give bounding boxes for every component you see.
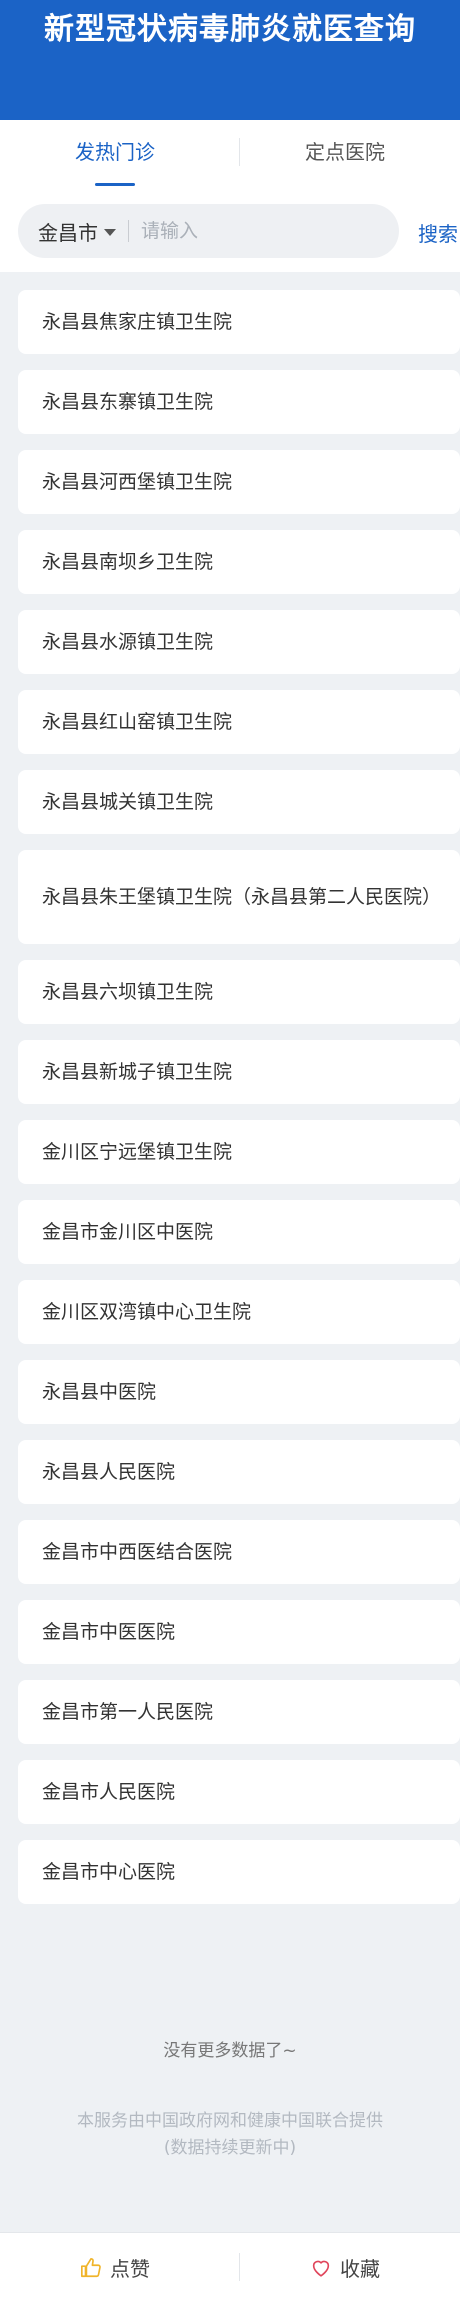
search-box: 金昌市 [18,204,399,258]
tab-bar: 发热门诊 定点医院 [0,120,460,194]
like-label: 点赞 [110,2257,150,2281]
search-input[interactable] [141,220,371,242]
favorite-button[interactable]: 收藏 [230,2233,460,2302]
update-note-text: (数据持续更新中) [163,2138,297,2158]
hospital-list-item[interactable]: 永昌县六坝镇卫生院 [18,960,460,1024]
chevron-down-icon [104,228,116,236]
bottom-action-bar: 点赞 收藏 [0,2232,460,2302]
hospital-list-item[interactable]: 永昌县朱王堡镇卫生院（永昌县第二人民医院） [18,850,460,944]
hospital-list-item[interactable]: 金昌市中心医院 [18,1840,460,1904]
hospital-list-item[interactable]: 永昌县人民医院 [18,1440,460,1504]
search-divider [128,220,129,242]
hospital-list-item[interactable]: 金昌市第一人民医院 [18,1680,460,1744]
city-label: 金昌市 [38,220,98,245]
no-more-text: 没有更多数据了~ [163,2041,297,2061]
search-bar: 金昌市 搜索 [0,194,460,272]
hospital-list-item[interactable]: 金昌市金川区中医院 [18,1200,460,1264]
hospital-list: 永昌县焦家庄镇卫生院 永昌县东寨镇卫生院 永昌县河西堡镇卫生院 永昌县南坝乡卫生院 永昌… [18,290,460,1920]
hospital-list-item[interactable]: 永昌县焦家庄镇卫生院 [18,290,460,354]
service-provider-text: 本服务由中国政府网和健康中国联合提供 [77,2111,383,2131]
hospital-list-item[interactable]: 永昌县中医院 [18,1360,460,1424]
thumbs-up-icon [81,2257,101,2277]
favorite-label: 收藏 [340,2257,380,2281]
hospital-list-item[interactable]: 永昌县河西堡镇卫生院 [18,450,460,514]
search-button[interactable]: 搜索 [418,218,458,247]
tab-designated-hospital[interactable]: 定点医院 [230,120,460,194]
hospital-list-item[interactable]: 永昌县南坝乡卫生院 [18,530,460,594]
hospital-list-item[interactable]: 永昌县红山窑镇卫生院 [18,690,460,754]
page-header: 新型冠状病毒肺炎就医查询 [0,0,460,120]
like-button[interactable]: 点赞 [0,2233,230,2302]
bottom-divider [239,2253,240,2281]
heart-icon [312,2260,330,2277]
tab-fever-clinic[interactable]: 发热门诊 [0,120,230,194]
hospital-list-item[interactable]: 永昌县新城子镇卫生院 [18,1040,460,1104]
hospital-list-item[interactable]: 金川区宁远堡镇卫生院 [18,1120,460,1184]
hospital-list-item[interactable]: 永昌县水源镇卫生院 [18,610,460,674]
city-selector[interactable]: 金昌市 [18,217,116,246]
page-title: 新型冠状病毒肺炎就医查询 [44,12,416,47]
hospital-list-item[interactable]: 金昌市中医医院 [18,1600,460,1664]
service-note: 本服务由中国政府网和健康中国联合提供 (数据持续更新中) [0,2108,460,2162]
hospital-list-item[interactable]: 金川区双湾镇中心卫生院 [18,1280,460,1344]
tab-divider [239,138,240,166]
hospital-list-item[interactable]: 永昌县东寨镇卫生院 [18,370,460,434]
hospital-list-item[interactable]: 金昌市人民医院 [18,1760,460,1824]
hospital-list-item[interactable]: 金昌市中西医结合医院 [18,1520,460,1584]
hospital-list-item[interactable]: 永昌县城关镇卫生院 [18,770,460,834]
